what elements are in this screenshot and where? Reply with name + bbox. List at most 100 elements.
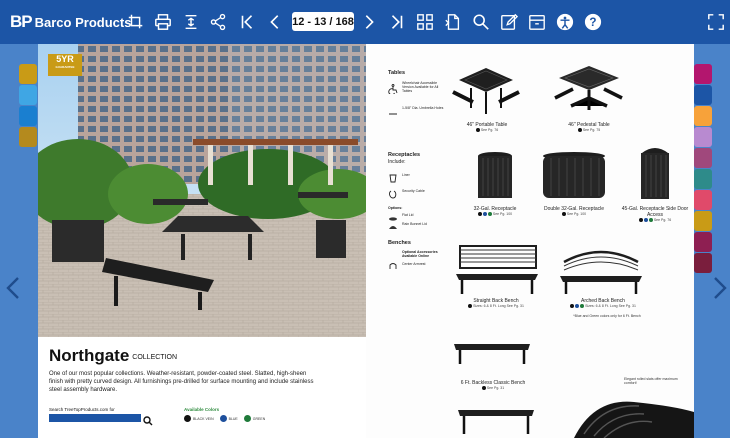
left-section-tabs <box>19 64 37 148</box>
guarantee-years: 5YR <box>56 54 74 64</box>
accessibility-icon[interactable] <box>555 12 575 32</box>
wheelchair-icon <box>388 81 398 96</box>
product-arched-back-bench[interactable]: Arched Back Bench Sizes: 6 & 8 Ft. Long … <box>552 298 654 309</box>
share-icon[interactable] <box>208 12 228 32</box>
page-indicator[interactable]: 12 - 13 / 168 <box>292 12 354 31</box>
section-tab[interactable] <box>694 211 712 231</box>
first-page-icon[interactable] <box>237 12 257 32</box>
magnifier-icon[interactable] <box>143 413 153 426</box>
color-dot <box>468 304 473 309</box>
next-spread-arrow[interactable] <box>712 273 728 303</box>
search-icon[interactable] <box>471 12 491 32</box>
product-ref: See Pg. 76 <box>480 128 499 132</box>
section-tab[interactable] <box>694 253 712 273</box>
rain-bonnet-icon <box>388 219 398 229</box>
section-tab[interactable] <box>694 232 712 252</box>
product-receptacle-32[interactable]: 32-Gal. Receptacle See Pg. 100 <box>461 206 529 217</box>
product-receptacle-45[interactable]: 45-Gal. Receptacle Side Door Access See … <box>620 206 690 223</box>
receptacle-32-image <box>478 152 512 198</box>
product-ref: See Pg. 100 <box>492 212 513 216</box>
security-cable-icon <box>388 186 398 199</box>
sidebar-note-liner: Liner <box>402 173 410 177</box>
prev-spread-arrow[interactable] <box>5 273 21 303</box>
rolled-slats-note: Elegant rolled slats offer maximum comfo… <box>624 377 678 385</box>
swatch-green <box>243 415 251 422</box>
guarantee-badge: 5YR GUARANTEE <box>48 54 82 76</box>
section-tab[interactable] <box>19 64 37 84</box>
sidebar-note-rain-bonnet: Rain Bonnet Lid <box>402 222 427 226</box>
product-ref: See Pg. 100 <box>566 212 587 216</box>
receptacle-double-image <box>543 152 605 198</box>
section-tab[interactable] <box>694 106 712 126</box>
product-pedestal-table[interactable]: 46" Pedestal Table See Pg. 75 <box>548 122 630 133</box>
product-portable-table[interactable]: 46" Portable Table See Pg. 76 <box>446 122 528 133</box>
color-dot <box>475 128 480 133</box>
available-colors-label: Available Colors <box>184 407 220 412</box>
section-tab[interactable] <box>19 127 37 147</box>
sidebar-heading-benches: Benches <box>388 240 411 246</box>
archive-icon[interactable] <box>527 12 547 32</box>
section-tab[interactable] <box>694 169 712 189</box>
umbrella-hole-icon <box>388 106 398 116</box>
color-swatches: BLACK VEIN BLUE GREEN <box>184 415 271 422</box>
color-dot <box>482 212 487 217</box>
search-label: Search TreeTopProducts.com for <box>49 407 115 412</box>
section-tab[interactable] <box>694 190 712 210</box>
product-straight-back-bench[interactable]: Straight Back Bench Sizes: 6 & 8 Ft. Lon… <box>448 298 544 309</box>
rolled-slats-closeup-image <box>574 401 694 438</box>
sidebar-note-security-cable: Security Cable <box>402 189 425 193</box>
swatch-black <box>184 415 191 422</box>
sidebar-heading-receptacles: Receptacles <box>388 152 421 158</box>
product-ref: Sizes: 6 & 8 Ft. Long See Pg. 31 <box>585 304 636 308</box>
collection-description: One of our most popular collections. Wea… <box>49 371 314 393</box>
site-search-input[interactable] <box>49 414 141 422</box>
portable-table-image <box>452 68 520 114</box>
section-tab[interactable] <box>694 85 712 105</box>
color-dot <box>487 212 492 217</box>
sidebar-options-label: Options: <box>388 206 403 210</box>
color-dot <box>561 212 566 217</box>
section-tab[interactable] <box>19 106 37 126</box>
brand-logo[interactable]: BP Barco Products <box>10 12 131 31</box>
color-dot <box>580 304 585 309</box>
arched-back-bench-image <box>560 250 642 294</box>
guarantee-text: GUARANTEE <box>55 65 75 69</box>
pedestal-table-image <box>554 66 623 110</box>
single-page-icon[interactable] <box>443 12 463 32</box>
catalog-page-right[interactable]: Tables Wheelchair Accessible Version Ava… <box>366 44 694 438</box>
backless-bench-image <box>454 344 530 364</box>
next-page-icon[interactable] <box>359 12 379 32</box>
sidebar-note-accessories: Optional Accessories Available Online <box>402 250 438 258</box>
catalog-page-left[interactable]: 5YR GUARANTEE Northgate COLLECTION One of… <box>38 44 366 438</box>
arched-bench-note: *Blue and Green colors only for 6 Ft. Be… <box>573 314 641 318</box>
svg-text:?: ? <box>589 16 596 29</box>
color-dot <box>643 218 648 223</box>
sidebar-note-wheelchair: Wheelchair Accessible Version Available … <box>402 81 439 93</box>
toolbar: BP Barco Products 12 - 13 / 168 ? <box>0 0 730 44</box>
color-dot <box>648 218 653 223</box>
color-dot <box>477 212 482 217</box>
thumbnails-icon[interactable] <box>415 12 435 32</box>
product-receptacle-double[interactable]: Double 32-Gal. Receptacle See Pg. 100 <box>534 206 614 217</box>
liner-icon <box>388 170 398 183</box>
collection-title: Northgate COLLECTION <box>49 346 177 366</box>
prev-page-icon[interactable] <box>265 12 285 32</box>
product-ref: See Pg. 76 <box>653 218 672 222</box>
receptacle-45-image <box>641 148 669 199</box>
color-dot <box>575 304 580 309</box>
crop-icon[interactable] <box>126 12 146 32</box>
fullscreen-icon[interactable] <box>706 12 726 32</box>
section-tab[interactable] <box>694 148 712 168</box>
section-tab[interactable] <box>694 64 712 84</box>
section-tab[interactable] <box>19 85 37 105</box>
help-icon[interactable]: ? <box>583 12 603 32</box>
product-backless-bench[interactable]: 6 Ft. Backless Classic Bench See Pg. 31 <box>448 380 538 391</box>
swatch-label: BLUE <box>228 416 238 421</box>
section-tab[interactable] <box>694 127 712 147</box>
edit-icon[interactable] <box>499 12 519 32</box>
print-icon[interactable] <box>153 12 173 32</box>
collection-photo: 5YR GUARANTEE <box>38 44 366 337</box>
product-ref: Sizes: 6 & 8 Ft. Long See Pg. 31 <box>473 304 524 308</box>
fit-page-icon[interactable] <box>181 12 201 32</box>
last-page-icon[interactable] <box>387 12 407 32</box>
